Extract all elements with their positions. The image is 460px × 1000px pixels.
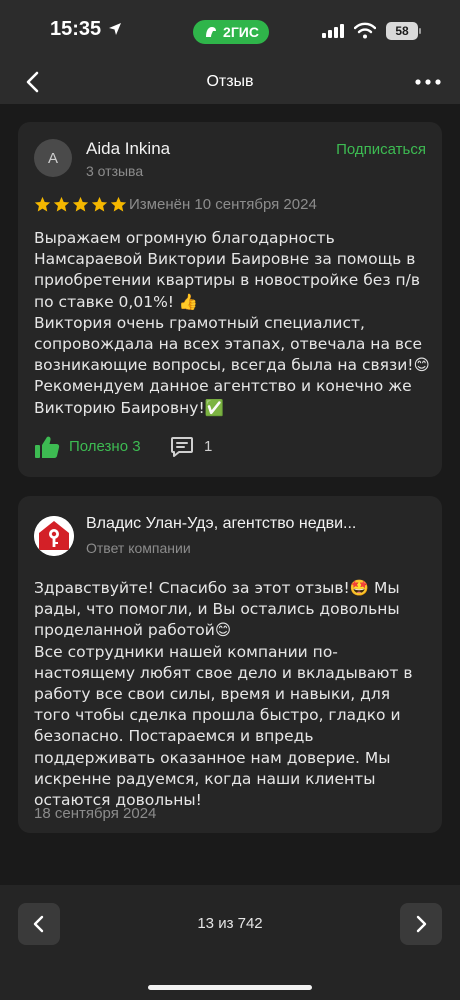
helpful-button[interactable]: Полезно 3 bbox=[69, 438, 141, 455]
wifi-icon bbox=[354, 22, 376, 39]
battery-tip bbox=[419, 28, 421, 34]
star-icon bbox=[110, 196, 127, 212]
location-arrow-icon bbox=[109, 23, 121, 35]
home-indicator[interactable] bbox=[148, 985, 312, 990]
thumbs-up-icon[interactable] bbox=[34, 435, 60, 459]
company-logo-icon[interactable] bbox=[34, 516, 74, 556]
avatar[interactable]: A bbox=[34, 139, 72, 177]
status-bar: 15:35 2ГИС 58 bbox=[0, 0, 460, 60]
star-icon bbox=[53, 196, 70, 212]
star-icon bbox=[34, 196, 51, 212]
review-card: A Aida Inkina 3 отзыва Подписаться Измен… bbox=[18, 122, 442, 477]
author-review-count: 3 отзыва bbox=[86, 163, 144, 179]
star-icon bbox=[91, 196, 108, 212]
chevron-right-icon bbox=[416, 915, 427, 933]
reply-date: 18 сентября 2024 bbox=[34, 805, 157, 822]
company-reply-card: Владис Улан-Удэ, агентство недви... Отве… bbox=[18, 496, 442, 833]
author-name[interactable]: Aida Inkina bbox=[86, 139, 170, 159]
review-text: Выражаем огромную благодарность Намсарае… bbox=[34, 229, 430, 417]
brand-logo-icon bbox=[206, 27, 217, 37]
star-icon bbox=[72, 196, 89, 212]
rating-stars bbox=[34, 196, 127, 213]
comment-icon[interactable] bbox=[170, 436, 194, 458]
company-name[interactable]: Владис Улан-Удэ, агентство недви... bbox=[86, 515, 406, 533]
reply-text: Здравствуйте! Спасибо за этот отзыв!🤩 Мы… bbox=[34, 579, 413, 810]
more-dots-icon[interactable] bbox=[414, 70, 442, 94]
next-review-button[interactable] bbox=[400, 903, 442, 945]
signal-icon bbox=[322, 24, 344, 38]
comment-count[interactable]: 1 bbox=[204, 438, 212, 455]
page-counter: 13 из 742 bbox=[197, 915, 263, 932]
status-time: 15:35 bbox=[50, 18, 102, 40]
battery-icon: 58 bbox=[386, 22, 418, 40]
page-title: Отзыв bbox=[206, 73, 254, 90]
pagination-bar: 13 из 742 bbox=[0, 885, 460, 1000]
brand-name: 2ГИС bbox=[223, 24, 259, 40]
edited-date: Изменён 10 сентября 2024 bbox=[129, 196, 317, 213]
subscribe-button[interactable]: Подписаться bbox=[336, 141, 426, 158]
reply-subtitle: Ответ компании bbox=[86, 540, 191, 556]
brand-badge: 2ГИС bbox=[193, 20, 269, 44]
nav-bar: Отзыв bbox=[0, 60, 460, 104]
